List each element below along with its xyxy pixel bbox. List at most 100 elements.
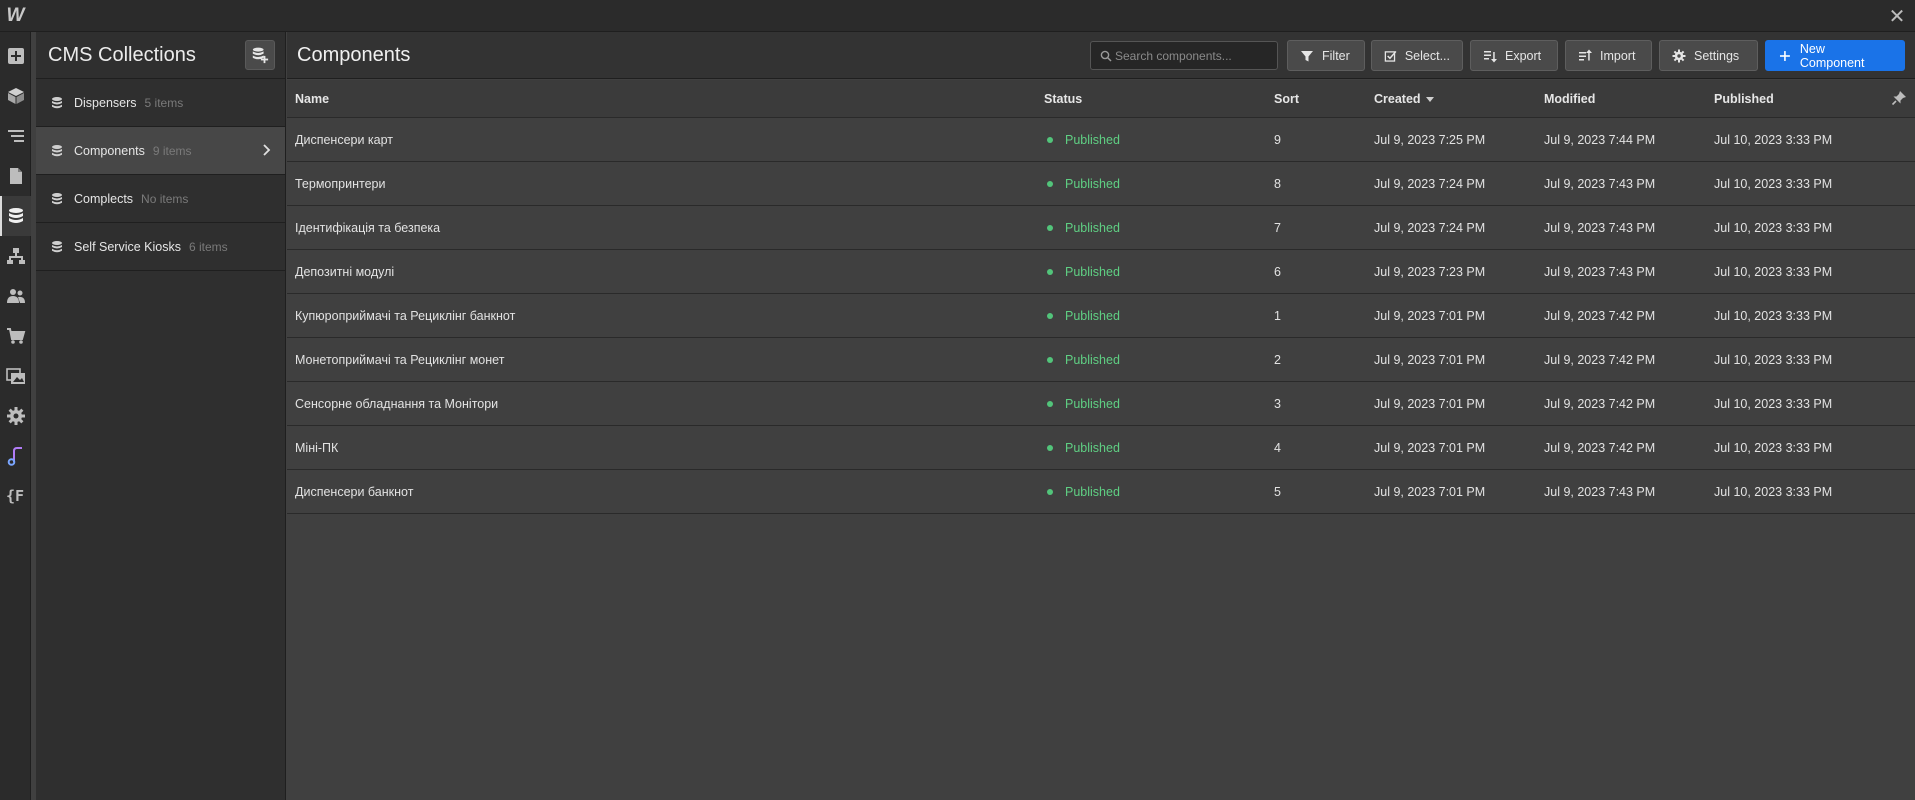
status-dot-icon [1047,312,1053,319]
collection-count: No items [141,191,189,206]
filter-button[interactable]: Filter [1287,40,1365,71]
import-icon [1579,49,1592,60]
table-row[interactable]: Ідентифікація та безпека Published 7 Jul 9,… [287,206,1915,250]
pages-icon [9,168,22,184]
status-badge: Published [1065,177,1120,191]
cell-status: Published [1047,162,1120,206]
collection-name: Dispensers [74,95,137,110]
status-badge: Published [1065,353,1120,367]
cell-published: Jul 10, 2023 3:33 PM [1714,485,1833,499]
cell-sort: 9 [1274,133,1281,147]
cell-published: Jul 10, 2023 3:33 PM [1714,353,1833,367]
collection-item-self-service-kiosks[interactable]: Self Service Kiosks 6 items [36,223,285,271]
column-header-modified[interactable]: Modified [1544,80,1595,118]
cell-published: Jul 10, 2023 3:33 PM [1714,397,1833,411]
collection-item-dispensers[interactable]: Dispensers 5 items [36,79,285,127]
status-dot-icon [1047,180,1053,187]
svg-text:{F: {F [6,487,24,505]
status-dot-icon [1047,444,1053,451]
assets-panel-button[interactable] [0,356,31,396]
search-box[interactable] [1090,41,1278,70]
table-row[interactable]: Диспенсери карт Published 9 Jul 9, 2023 7:2… [287,118,1915,162]
import-label: Import [1600,48,1636,63]
table-body: Диспенсери карт Published 9 Jul 9, 2023 7:2… [287,118,1915,514]
webflow-logo[interactable]: W [0,0,30,32]
filter-icon [1301,50,1313,61]
cell-name: Диспенсери карт [295,133,394,147]
settings-gear-icon [6,407,25,425]
table-row[interactable]: Монетоприймачі та Рециклінг монет Publish… [287,338,1915,382]
table-row[interactable]: Купюроприймачі та Рециклінг банкнот Publi… [287,294,1915,338]
cell-name: Купюроприймачі та Рециклінг банкнот [295,309,516,323]
cell-name: Міні-ПК [295,441,339,455]
items-table: Name Status Sort Created Modified Publis… [287,80,1915,514]
cell-published: Jul 10, 2023 3:33 PM [1714,177,1833,191]
cell-sort: 4 [1274,441,1281,455]
add-panel-button[interactable] [0,36,31,76]
status-dot-icon [1047,488,1053,495]
cell-modified: Jul 9, 2023 7:43 PM [1544,485,1656,499]
settings-panel-button[interactable] [0,396,31,436]
page-title: Components [297,44,411,66]
ecommerce-panel-button[interactable] [0,316,31,356]
gear-icon [1672,49,1686,62]
close-button[interactable]: ✕ [1885,0,1909,32]
export-button[interactable]: Export [1470,40,1558,71]
import-button[interactable]: Import [1565,40,1652,71]
cell-created: Jul 9, 2023 7:01 PM [1374,397,1486,411]
cell-sort: 5 [1274,485,1281,499]
settings-button[interactable]: Settings [1659,40,1758,71]
components-panel-button[interactable] [0,76,31,116]
cell-sort: 2 [1274,353,1281,367]
cell-status: Published [1047,118,1120,162]
column-header-created[interactable]: Created [1374,80,1434,118]
users-panel-button[interactable] [0,276,31,316]
table-row[interactable]: Диспенсери банкнот Published 5 Jul 9, 2023 … [287,470,1915,514]
cell-modified: Jul 9, 2023 7:43 PM [1544,177,1656,191]
pin-icon[interactable] [1891,90,1907,106]
cms-database-icon [8,208,23,223]
column-header-name[interactable]: Name [295,80,329,118]
finsweet-app-button[interactable]: {F [0,476,31,516]
new-component-button[interactable]: New Component [1765,40,1905,71]
collection-item-complects[interactable]: Complects No items [36,175,285,223]
status-dot-icon [1047,356,1053,363]
cms-panel-button[interactable] [0,196,31,236]
collection-database-icon [52,96,62,108]
table-row[interactable]: Сенсорне обладнання та Монітори Published… [287,382,1915,426]
table-row[interactable]: Термопринтери Published 8 Jul 9, 2023 7:24 … [287,162,1915,206]
cell-published: Jul 10, 2023 3:33 PM [1714,441,1833,455]
column-header-status[interactable]: Status [1044,80,1082,118]
collection-name: Components [74,143,145,158]
cell-status: Published [1047,338,1120,382]
ecommerce-cart-icon [6,328,25,344]
pages-panel-button[interactable] [0,156,31,196]
cell-created: Jul 9, 2023 7:24 PM [1374,177,1486,191]
cube-icon [7,88,24,104]
status-dot-icon [1047,268,1053,275]
audio-app-button[interactable] [0,436,31,476]
table-row[interactable]: Депозитні модулі Published 6 Jul 9, 2023 7:… [287,250,1915,294]
table-header: Name Status Sort Created Modified Publis… [287,80,1915,118]
add-icon [7,48,24,64]
collection-item-components[interactable]: Components 9 items [36,127,285,175]
select-button[interactable]: Select... [1371,40,1463,71]
status-badge: Published [1065,133,1120,147]
select-label: Select... [1404,48,1450,63]
search-icon [1100,50,1112,62]
navigator-panel-button[interactable] [0,116,31,156]
table-row[interactable]: Міні-ПК Published 4 Jul 9, 2023 7:01 PM Jul … [287,426,1915,470]
search-input[interactable] [1115,42,1275,69]
cell-created: Jul 9, 2023 7:01 PM [1374,353,1486,367]
add-collection-button[interactable] [245,40,275,70]
cell-created: Jul 9, 2023 7:01 PM [1374,309,1486,323]
column-header-sort[interactable]: Sort [1274,80,1299,118]
column-status-label: Status [1044,92,1083,106]
logic-panel-button[interactable] [0,236,31,276]
collection-items-view: Components Filter Select... Export Impor… [287,32,1915,800]
cell-modified: Jul 9, 2023 7:42 PM [1544,397,1656,411]
cell-status: Published [1047,250,1120,294]
status-dot-icon [1047,136,1053,143]
column-published-label: Published [1714,92,1774,106]
column-header-published[interactable]: Published [1714,80,1774,118]
